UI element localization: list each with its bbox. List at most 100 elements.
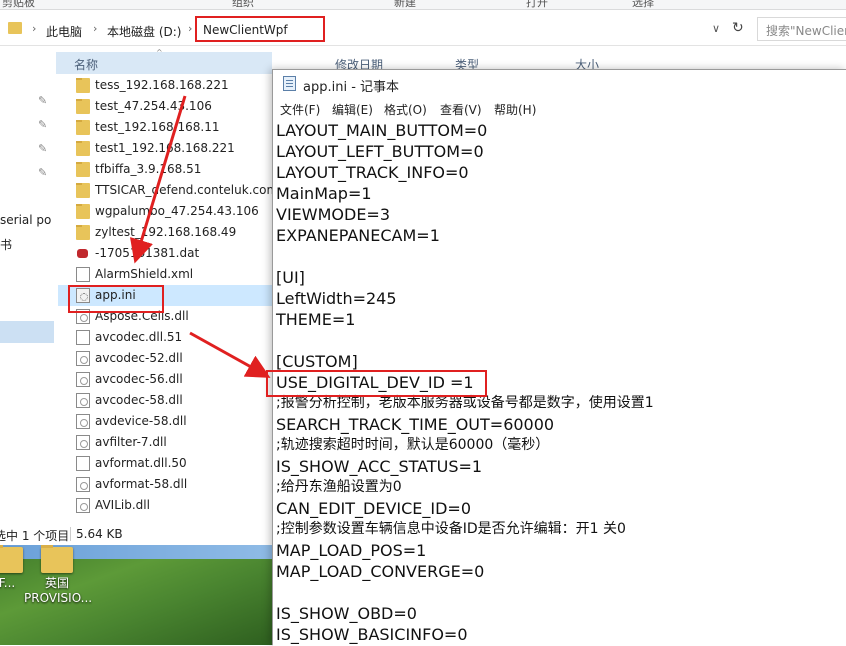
annotation-highlight-box bbox=[68, 285, 164, 313]
dll-file-icon bbox=[76, 351, 90, 366]
file-row[interactable]: AlarmShield.xml bbox=[58, 264, 272, 285]
file-row[interactable]: test_192.168.168.11 bbox=[58, 117, 272, 138]
annotation-highlight-box bbox=[266, 370, 487, 397]
notepad-line: CAN_EDIT_DEVICE_ID=0 bbox=[276, 499, 472, 518]
file-name: avcodec-52.dll bbox=[95, 351, 183, 365]
notepad-line: [UI] bbox=[276, 268, 305, 287]
dll-file-icon bbox=[76, 393, 90, 408]
ribbon-label-open: 打开 bbox=[526, 0, 548, 9]
pin-icon[interactable]: ✎ bbox=[38, 94, 47, 107]
ribbon-label-organize: 组织 bbox=[232, 0, 254, 9]
notepad-line: ;轨迹搜索超时时间，默认是60000（毫秒） bbox=[276, 437, 550, 453]
file-icon bbox=[76, 267, 90, 282]
file-row[interactable]: avcodec-58.dll bbox=[58, 390, 272, 411]
file-name: -1705161381.dat bbox=[95, 246, 200, 260]
file-name: wgpalumbo_47.254.43.106 bbox=[95, 204, 259, 218]
notepad-line: ;给丹东渔船设置为0 bbox=[276, 479, 402, 495]
file-name: test_47.254.43.106 bbox=[95, 99, 212, 113]
notepad-line: THEME=1 bbox=[276, 310, 356, 329]
file-row[interactable]: wgpalumbo_47.254.43.106 bbox=[58, 201, 272, 222]
refresh-icon[interactable]: ↻ bbox=[732, 20, 744, 36]
file-name: TTSICAR_defend.conteluk.com bbox=[95, 183, 272, 197]
desktop-background: F... 英国 PROVISIO... bbox=[0, 545, 272, 645]
chevron-down-icon[interactable]: ∨ bbox=[712, 22, 720, 35]
chevron-right-icon: › bbox=[188, 22, 193, 35]
menu-file[interactable]: 文件(F) bbox=[280, 101, 320, 118]
breadcrumb-local-disk[interactable]: 本地磁盘 (D:) bbox=[107, 23, 181, 40]
ribbon-label-new: 新建 bbox=[394, 0, 416, 9]
folder-icon bbox=[76, 99, 90, 114]
folder-icon bbox=[76, 183, 90, 198]
file-row[interactable]: avdevice-58.dll bbox=[58, 411, 272, 432]
file-row[interactable]: avcodec-52.dll bbox=[58, 348, 272, 369]
status-selection-text: 选中 1 个项目 bbox=[0, 529, 70, 543]
menu-edit[interactable]: 编辑(E) bbox=[332, 101, 373, 118]
annotation-highlight-box bbox=[195, 16, 325, 42]
desktop-icon-label-line1: 英国 bbox=[44, 576, 69, 590]
file-icon bbox=[76, 456, 90, 471]
file-row[interactable]: -1705161381.dat bbox=[58, 243, 272, 264]
file-row[interactable]: avfilter-7.dll bbox=[58, 432, 272, 453]
notepad-line: LAYOUT_TRACK_INFO=0 bbox=[276, 163, 469, 182]
folder-icon bbox=[76, 225, 90, 240]
file-row[interactable]: avformat-58.dll bbox=[58, 474, 272, 495]
column-header-name[interactable]: 名称 bbox=[56, 52, 272, 74]
notepad-line: MainMap=1 bbox=[276, 184, 372, 203]
notepad-window: app.ini - 记事本 文件(F) 编辑(E) 格式(O) 查看(V) 帮助… bbox=[272, 69, 846, 646]
desktop-icon-provision[interactable]: 英国 PROVISIO... bbox=[24, 545, 92, 606]
file-name: avfilter-7.dll bbox=[95, 435, 167, 449]
file-row[interactable]: TTSICAR_defend.conteluk.com bbox=[58, 180, 272, 201]
file-row[interactable]: zyltest_192.168.168.49 bbox=[58, 222, 272, 243]
file-row[interactable]: avformat.dll.50 bbox=[58, 453, 272, 474]
folder-icon bbox=[76, 120, 90, 135]
nav-item-book[interactable]: 书 bbox=[0, 236, 12, 253]
file-name: tess_192.168.168.221 bbox=[95, 78, 229, 92]
status-bar: 选中 1 个项目 5.64 KB bbox=[0, 524, 272, 545]
menu-view[interactable]: 查看(V) bbox=[440, 101, 482, 118]
ribbon-group-labels: 剪贴板 组织 新建 打开 选择 bbox=[0, 0, 846, 10]
sort-up-icon: ^ bbox=[156, 48, 163, 57]
breadcrumb-this-pc[interactable]: 此电脑 bbox=[46, 23, 82, 40]
notepad-icon bbox=[283, 76, 296, 91]
dll-file-icon bbox=[76, 372, 90, 387]
dll-file-icon bbox=[76, 477, 90, 492]
notepad-line: MAP_LOAD_CONVERGE=0 bbox=[276, 562, 485, 581]
file-name: AlarmShield.xml bbox=[95, 267, 194, 281]
nav-item-serial[interactable]: serial po bbox=[0, 213, 51, 227]
file-row[interactable]: tess_192.168.168.221 bbox=[58, 75, 272, 96]
file-row[interactable]: tfbiffa_3.9.168.51 bbox=[58, 159, 272, 180]
file-row[interactable]: test_47.254.43.106 bbox=[58, 96, 272, 117]
file-icon bbox=[76, 330, 90, 345]
notepad-title: app.ini - 记事本 bbox=[303, 80, 400, 95]
notepad-line: ;控制参数设置车辆信息中设备ID是否允许编辑：开1 关0 bbox=[276, 521, 626, 537]
notepad-line: IS_SHOW_ACC_STATUS=1 bbox=[276, 457, 483, 476]
search-input[interactable]: 搜索"NewClien bbox=[757, 17, 846, 41]
address-bar[interactable]: › 此电脑 › 本地磁盘 (D:) › NewClientWpf ∨ ↻ 搜索"… bbox=[0, 14, 846, 46]
folder-icon bbox=[76, 204, 90, 219]
notepad-line bbox=[276, 330, 846, 351]
navigation-pane: ✎ ✎ ✎ ✎ serial po 书 bbox=[0, 46, 56, 524]
file-name: test_192.168.168.11 bbox=[95, 120, 220, 134]
menu-format[interactable]: 格式(O) bbox=[384, 101, 427, 118]
status-size-text: 5.64 KB bbox=[76, 527, 123, 541]
notepad-line: LAYOUT_MAIN_BUTTOM=0 bbox=[276, 121, 488, 140]
notepad-title-bar[interactable]: app.ini - 记事本 bbox=[273, 70, 846, 98]
ribbon-label-select: 选择 bbox=[632, 0, 654, 9]
notepad-line: SEARCH_TRACK_TIME_OUT=60000 bbox=[276, 415, 555, 434]
notepad-line: IS_SHOW_BASICINFO=0 bbox=[276, 625, 468, 644]
folder-icon bbox=[8, 22, 22, 34]
pin-icon[interactable]: ✎ bbox=[38, 142, 47, 155]
pin-icon[interactable]: ✎ bbox=[38, 166, 47, 179]
file-name: zyltest_192.168.168.49 bbox=[95, 225, 237, 239]
folder-icon bbox=[0, 545, 23, 573]
menu-help[interactable]: 帮助(H) bbox=[494, 101, 536, 118]
file-row[interactable]: test1_192.168.168.221 bbox=[58, 138, 272, 159]
file-row[interactable]: AVILib.dll bbox=[58, 495, 272, 516]
folder-icon bbox=[76, 141, 90, 156]
file-row[interactable]: avcodec.dll.51 bbox=[58, 327, 272, 348]
ribbon-label-clipboard: 剪贴板 bbox=[2, 0, 35, 9]
pin-icon[interactable]: ✎ bbox=[38, 118, 47, 131]
file-name: avformat.dll.50 bbox=[95, 456, 187, 470]
nav-item-selected[interactable] bbox=[0, 321, 54, 343]
file-row[interactable]: avcodec-56.dll bbox=[58, 369, 272, 390]
